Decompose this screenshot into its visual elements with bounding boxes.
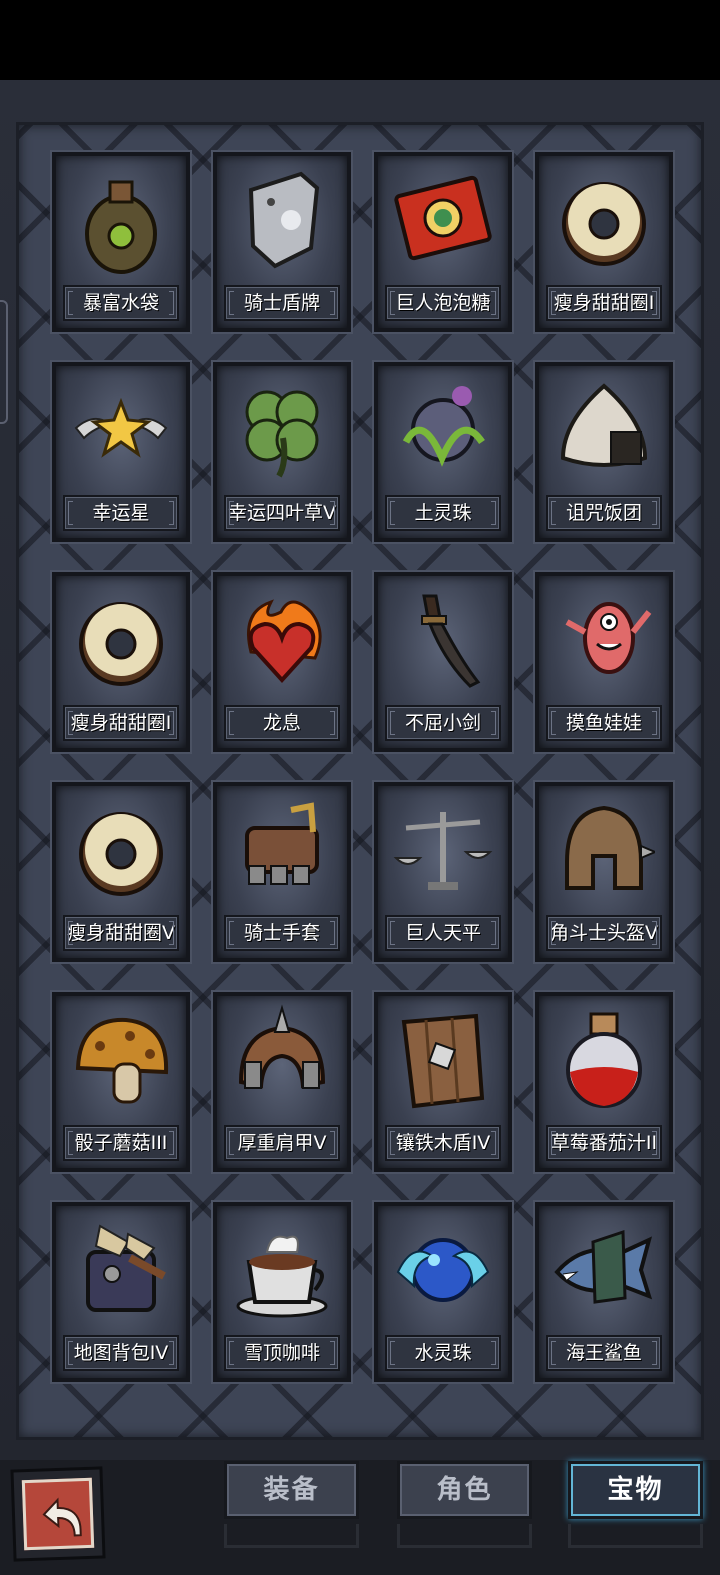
gladiator-helmet-icon	[553, 792, 655, 910]
tab-treasure[interactable]: 宝物	[568, 1461, 703, 1519]
treasure-slot[interactable]: 暴富水袋	[52, 152, 190, 332]
treasure-panel: 暴富水袋 骑士盾牌 巨人泡泡糖 瘦身甜甜圈I 幸运星 幸运四叶草V 土灵珠 诅咒饭团 瘦身甜甜圈…	[0, 80, 720, 1460]
treasure-slot[interactable]: 水灵珠	[374, 1202, 512, 1382]
mushroom-icon	[70, 1002, 172, 1120]
treasure-name: 骑士手套	[224, 915, 340, 951]
screen: 暴富水袋 骑士盾牌 巨人泡泡糖 瘦身甜甜圈I 幸运星 幸运四叶草V 土灵珠 诅咒饭团 瘦身甜甜圈…	[0, 0, 720, 1575]
tab-treasure-frame	[568, 1524, 703, 1548]
pouch-icon	[70, 162, 172, 280]
gum-pack-icon	[392, 162, 494, 280]
treasure-slot[interactable]: 骑士盾牌	[213, 152, 351, 332]
back-arrow-icon	[42, 1497, 82, 1537]
flaming-heart-icon	[231, 582, 333, 700]
treasure-slot[interactable]: 厚重肩甲V	[213, 992, 351, 1172]
wooden-shield-icon	[392, 1002, 494, 1120]
donut-icon	[553, 162, 655, 280]
treasure-name: 骑士盾牌	[224, 285, 340, 321]
pauldron-icon	[231, 1002, 333, 1120]
coffee-cup-icon	[231, 1212, 333, 1330]
treasure-slot[interactable]: 幸运星	[52, 362, 190, 542]
donut-icon	[70, 582, 172, 700]
treasure-slot[interactable]: 瘦身甜甜圈I	[535, 152, 673, 332]
winged-star-icon	[70, 372, 172, 490]
treasure-name: 海王鲨鱼	[546, 1335, 662, 1371]
treasure-name: 幸运四叶草V	[224, 495, 340, 531]
tab-equipment-frame	[224, 1524, 359, 1548]
treasure-name: 雪顶咖啡	[224, 1335, 340, 1371]
clover-icon	[231, 372, 333, 490]
treasure-slot[interactable]: 地图背包IV	[52, 1202, 190, 1382]
knight-shield-icon	[231, 162, 333, 280]
treasure-grid: 暴富水袋 骑士盾牌 巨人泡泡糖 瘦身甜甜圈I 幸运星 幸运四叶草V 土灵珠 诅咒饭团 瘦身甜甜圈…	[16, 122, 704, 1440]
treasure-name: 瘦身甜甜圈V	[63, 915, 179, 951]
treasure-slot[interactable]: 草莓番茄汁II	[535, 992, 673, 1172]
pink-doll-icon	[553, 582, 655, 700]
treasure-slot[interactable]: 海王鲨鱼	[535, 1202, 673, 1382]
treasure-slot[interactable]: 骰子蘑菇III	[52, 992, 190, 1172]
back-button[interactable]	[10, 1466, 106, 1562]
treasure-slot[interactable]: 镶铁木盾IV	[374, 992, 512, 1172]
treasure-name: 摸鱼娃娃	[546, 705, 662, 741]
treasure-name: 不屈小剑	[385, 705, 501, 741]
treasure-slot[interactable]: 角斗士头盔V	[535, 782, 673, 962]
treasure-name: 草莓番茄汁II	[546, 1125, 662, 1161]
treasure-name: 诅咒饭团	[546, 495, 662, 531]
treasure-name: 瘦身甜甜圈I	[546, 285, 662, 321]
treasure-name: 地图背包IV	[63, 1335, 179, 1371]
treasure-name: 暴富水袋	[63, 285, 179, 321]
red-potion-icon	[553, 1002, 655, 1120]
short-sword-icon	[392, 582, 494, 700]
treasure-name: 骰子蘑菇III	[63, 1125, 179, 1161]
treasure-name: 镶铁木盾IV	[385, 1125, 501, 1161]
treasure-slot[interactable]: 雪顶咖啡	[213, 1202, 351, 1382]
bottom-bar: 装备 角色 宝物	[0, 1460, 720, 1575]
treasure-name: 龙息	[224, 705, 340, 741]
tab-character[interactable]: 角色	[397, 1461, 532, 1519]
rice-ball-icon	[553, 372, 655, 490]
panel-edge-handle	[0, 300, 8, 424]
donut-icon	[70, 792, 172, 910]
treasure-slot[interactable]: 巨人泡泡糖	[374, 152, 512, 332]
treasure-name: 巨人天平	[385, 915, 501, 951]
treasure-slot[interactable]: 瘦身甜甜圈V	[52, 782, 190, 962]
tab-equipment[interactable]: 装备	[224, 1461, 359, 1519]
treasure-slot[interactable]: 不屈小剑	[374, 572, 512, 752]
treasure-slot[interactable]: 巨人天平	[374, 782, 512, 962]
treasure-slot[interactable]: 龙息	[213, 572, 351, 752]
map-backpack-icon	[70, 1212, 172, 1330]
earth-orb-icon	[392, 372, 494, 490]
scales-icon	[392, 792, 494, 910]
water-orb-icon	[392, 1212, 494, 1330]
treasure-slot[interactable]: 摸鱼娃娃	[535, 572, 673, 752]
treasure-name: 厚重肩甲V	[224, 1125, 340, 1161]
treasure-slot[interactable]: 瘦身甜甜圈I	[52, 572, 190, 752]
treasure-slot[interactable]: 幸运四叶草V	[213, 362, 351, 542]
treasure-name: 角斗士头盔V	[546, 915, 662, 951]
shark-icon	[553, 1212, 655, 1330]
tab-character-frame	[397, 1524, 532, 1548]
gauntlet-icon	[231, 792, 333, 910]
treasure-slot[interactable]: 骑士手套	[213, 782, 351, 962]
treasure-name: 幸运星	[63, 495, 179, 531]
treasure-name: 土灵珠	[385, 495, 501, 531]
treasure-slot[interactable]: 土灵珠	[374, 362, 512, 542]
treasure-name: 巨人泡泡糖	[385, 285, 501, 321]
treasure-slot[interactable]: 诅咒饭团	[535, 362, 673, 542]
treasure-name: 瘦身甜甜圈I	[63, 705, 179, 741]
treasure-name: 水灵珠	[385, 1335, 501, 1371]
